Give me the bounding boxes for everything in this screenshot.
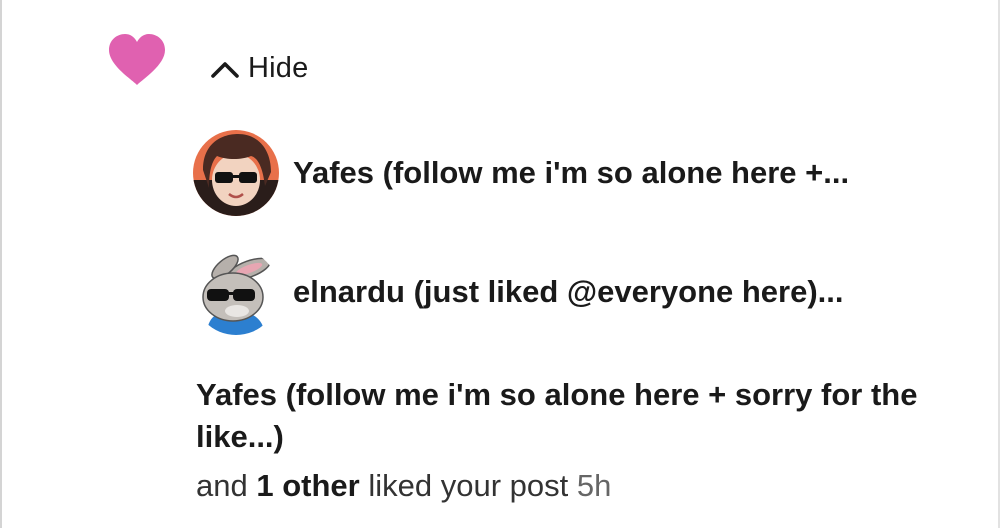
hide-toggle-button[interactable]: Hide [210,52,308,85]
hide-label: Hide [248,52,309,84]
other-count: 1 [256,468,274,503]
liker-name: Yafes (follow me i'm so alone here +... [293,155,850,190]
others-word: other [282,468,360,503]
rabbit-avatar[interactable] [193,249,279,335]
chevron-up-icon [211,61,239,78]
subline-prefix: and [196,468,248,503]
action-text: liked your post [368,468,569,503]
heart-icon [109,34,165,85]
timestamp: 5h [576,468,612,503]
liker-name: elnardu (just liked @everyone here)... [293,274,844,309]
liker-item[interactable]: elnardu (just liked @everyone here)... [193,249,973,335]
notification-subline: and 1 other liked your post 5h [196,468,611,504]
liker-item[interactable]: Yafes (follow me i'm so alone here +... [193,130,973,216]
notification-summary-name[interactable]: Yafes (follow me i'm so alone here + sor… [196,374,956,458]
user-avatar[interactable] [193,130,279,216]
